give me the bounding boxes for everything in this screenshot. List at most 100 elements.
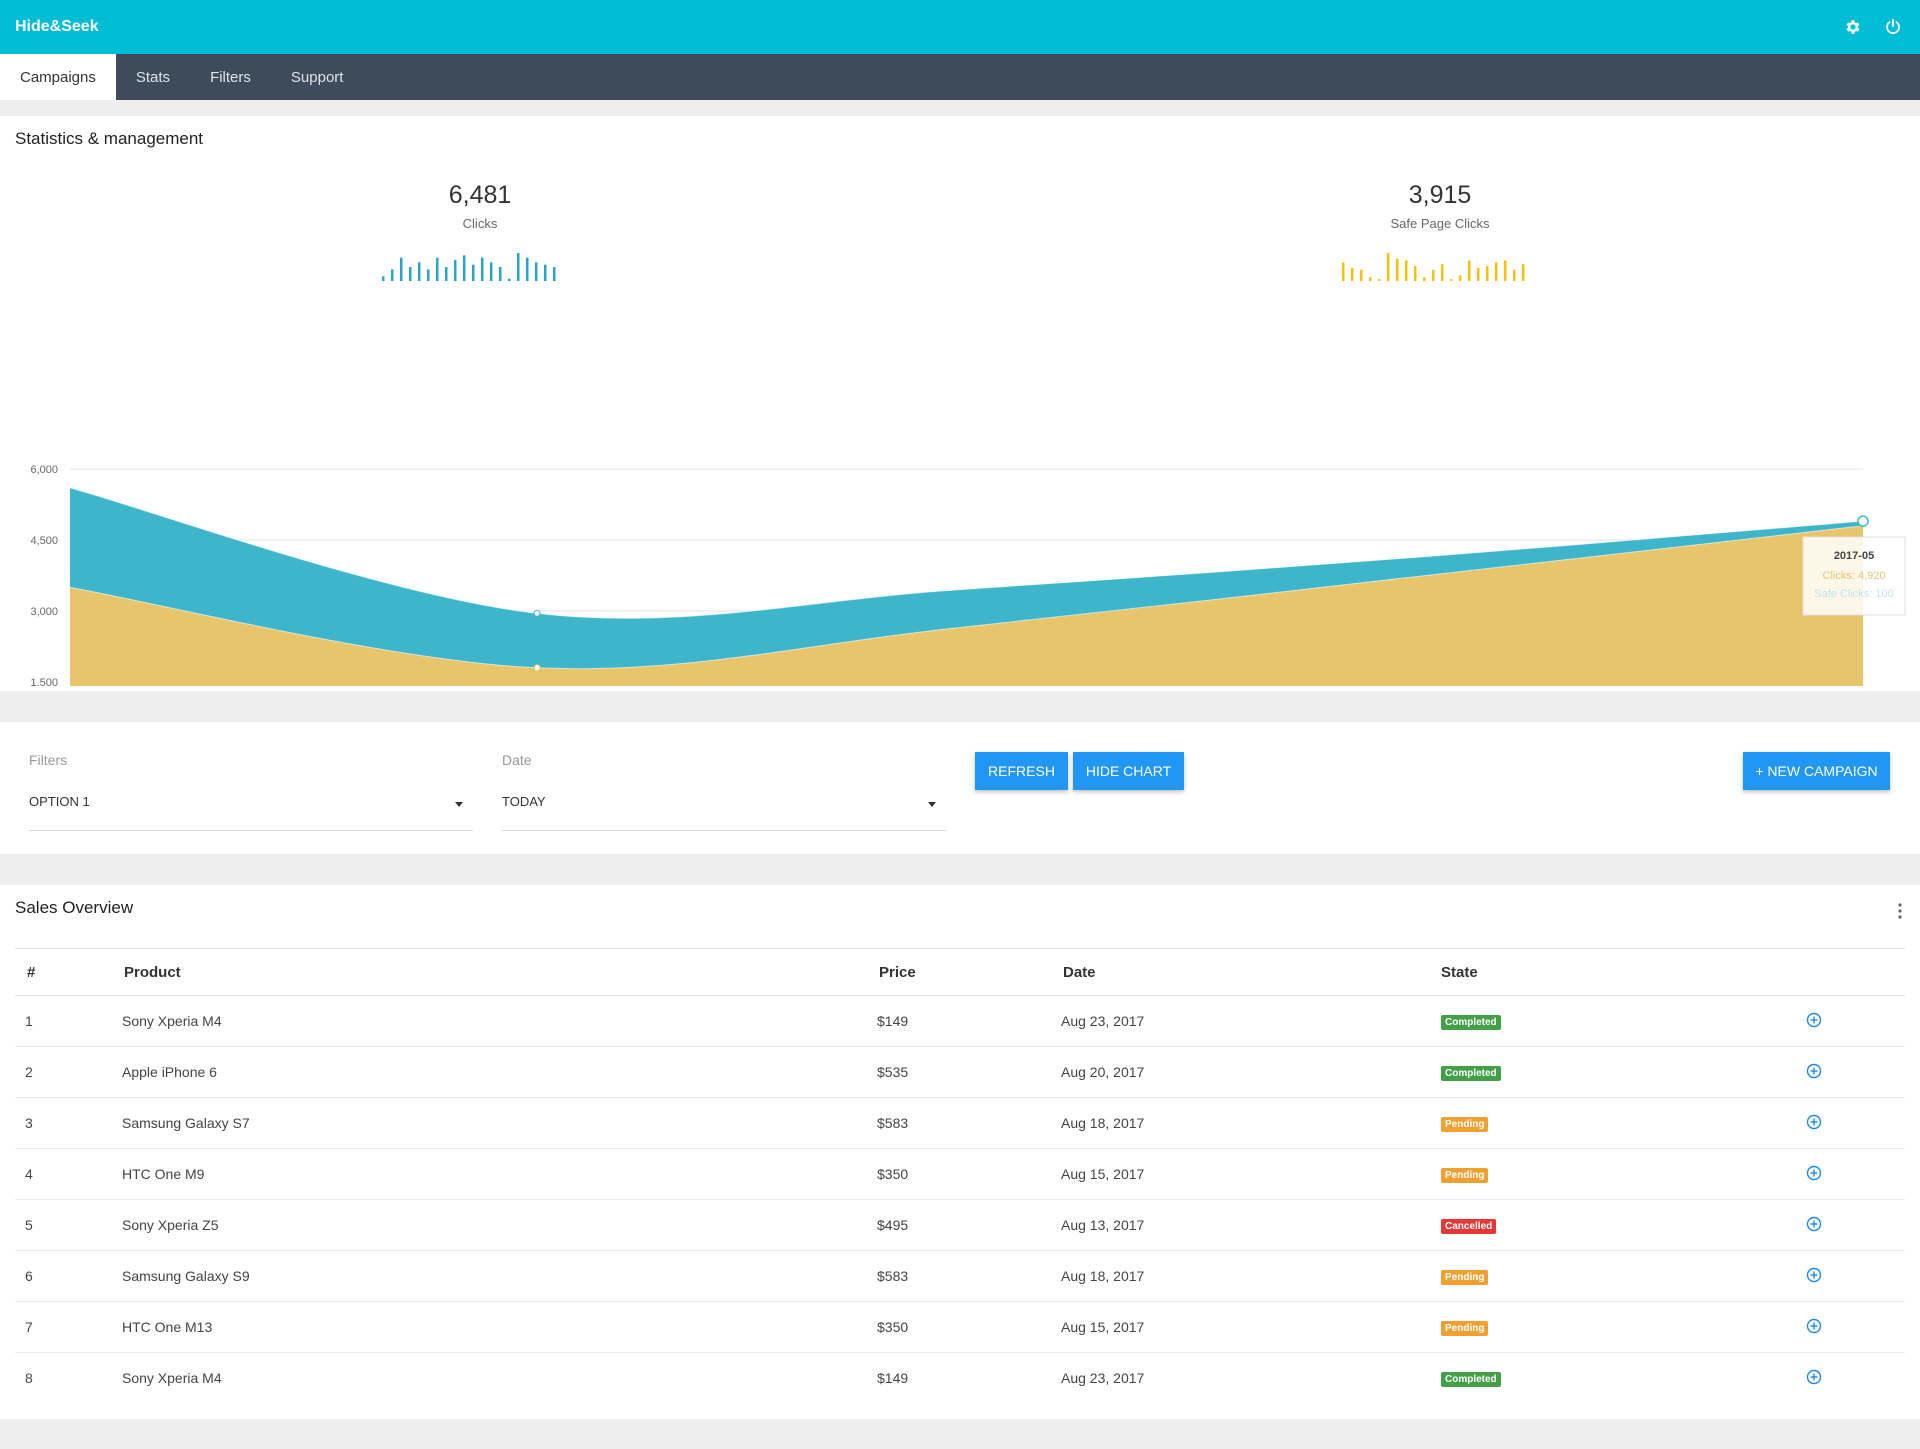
tab-campaigns[interactable]: Campaigns bbox=[0, 54, 116, 100]
power-icon[interactable] bbox=[1884, 18, 1902, 36]
row-date: Aug 15, 2017 bbox=[1051, 1301, 1429, 1353]
sparkline-bar bbox=[526, 257, 529, 281]
plus-circle-icon[interactable] bbox=[1806, 1369, 1822, 1385]
plus-circle-icon[interactable] bbox=[1806, 1318, 1822, 1334]
app-header: Hide&Seek bbox=[0, 0, 1920, 54]
sparkline-bar bbox=[409, 267, 412, 281]
y-tick-label: 3,000 bbox=[30, 606, 58, 618]
product-name: Sony Xperia M4 bbox=[112, 995, 867, 1047]
sparkline-bar bbox=[481, 257, 484, 281]
sparkline-bar bbox=[382, 276, 385, 281]
safe-clicks-value: 3,915 bbox=[1408, 181, 1472, 209]
status-badge: Pending bbox=[1441, 1117, 1489, 1132]
row-price: $583 bbox=[867, 1097, 1051, 1149]
tab-filters[interactable]: Filters bbox=[190, 54, 271, 100]
sparkline-bar bbox=[1360, 269, 1363, 281]
hide-chart-button[interactable]: HIDE CHART bbox=[1073, 752, 1184, 790]
plus-circle-icon[interactable] bbox=[1806, 1063, 1822, 1079]
row-number: 1 bbox=[15, 995, 112, 1047]
table-row: 8 Sony Xperia M4 $149 Aug 23, 2017 Completed bbox=[15, 1353, 1905, 1404]
header-actions bbox=[1844, 18, 1902, 36]
clicks-value: 6,481 bbox=[448, 181, 512, 209]
safe-clicks-sparkline bbox=[1342, 253, 1525, 281]
gear-icon[interactable] bbox=[1844, 18, 1862, 36]
row-date: Aug 18, 2017 bbox=[1051, 1250, 1429, 1302]
sparkline-bar bbox=[544, 264, 547, 281]
sparkline-bar bbox=[1414, 266, 1417, 281]
sales-overview-card: Sales Overview # Product Price Date Stat… bbox=[0, 885, 1920, 1419]
status-badge: Cancelled bbox=[1441, 1219, 1497, 1234]
row-date: Aug 13, 2017 bbox=[1051, 1199, 1429, 1251]
statistics-title: Statistics & management bbox=[15, 129, 204, 148]
row-price: $149 bbox=[877, 1370, 909, 1386]
plus-circle-icon[interactable] bbox=[1806, 1216, 1822, 1232]
row-number: 8 bbox=[25, 1370, 33, 1386]
status-badge: Completed bbox=[1441, 1372, 1501, 1387]
row-price: $495 bbox=[867, 1199, 1051, 1251]
table-row: 5 Sony Xperia Z5 $495 Aug 13, 2017 Cancelled bbox=[15, 1199, 1905, 1251]
new-campaign-button[interactable]: + NEW CAMPAIGN bbox=[1743, 752, 1890, 790]
filters-field: Filters OPTION 1 bbox=[29, 752, 473, 831]
status-badge: Pending bbox=[1441, 1270, 1489, 1285]
row-number: 5 bbox=[15, 1199, 112, 1251]
sparkline-bar bbox=[1468, 260, 1471, 281]
plus-circle-icon[interactable] bbox=[1806, 1012, 1822, 1028]
status-badge: Pending bbox=[1441, 1168, 1489, 1183]
sparkline-bar bbox=[1477, 267, 1480, 281]
row-number: 3 bbox=[15, 1097, 112, 1149]
sparkline-bar bbox=[1486, 266, 1489, 281]
refresh-button[interactable]: REFRESH bbox=[975, 752, 1068, 790]
product-name: Sony Xperia Z5 bbox=[112, 1199, 867, 1251]
sparkline-bar bbox=[400, 257, 403, 281]
sparkline-bar bbox=[1351, 267, 1354, 281]
tooltip-title: 2017-05 bbox=[1834, 550, 1874, 562]
plus-circle-icon[interactable] bbox=[1806, 1267, 1822, 1283]
sparkline-bar bbox=[1441, 264, 1444, 281]
product-name: HTC One M9 bbox=[112, 1148, 867, 1200]
sparkline-bar bbox=[1513, 269, 1516, 281]
safe-clicks-label: Safe Page Clicks bbox=[1390, 216, 1490, 231]
tab-stats[interactable]: Stats bbox=[116, 54, 190, 100]
caret-down-icon bbox=[455, 802, 463, 807]
sparkline-bar bbox=[1459, 275, 1462, 281]
statistics-card: Statistics & management 6,481 Clicks 3,9… bbox=[0, 116, 1920, 691]
sparkline-bar bbox=[472, 264, 475, 281]
row-date: Aug 23, 2017 bbox=[1051, 995, 1429, 1047]
kebab-menu-icon[interactable] bbox=[1898, 903, 1902, 924]
product-name: Samsung Galaxy S9 bbox=[112, 1250, 867, 1302]
sparkline-bar bbox=[1378, 279, 1381, 281]
column-header: Date bbox=[1051, 948, 1429, 996]
tab-support[interactable]: Support bbox=[271, 54, 364, 100]
sparkline-bar bbox=[445, 267, 448, 281]
sparkline-bar bbox=[1369, 277, 1372, 281]
sparkline-bar bbox=[499, 267, 502, 281]
status-badge: Pending bbox=[1441, 1321, 1489, 1336]
clicks-label: Clicks bbox=[462, 216, 498, 231]
sparkline-bar bbox=[535, 262, 538, 281]
sales-table: # Product Price Date State 1 Sony Xperia … bbox=[15, 948, 1905, 1403]
row-price: $350 bbox=[867, 1301, 1051, 1353]
sparkline-bar bbox=[427, 269, 430, 281]
sparkline-bar bbox=[517, 253, 520, 281]
y-tick-label: 4,500 bbox=[30, 535, 58, 547]
table-row: 4 HTC One M9 $350 Aug 15, 2017 Pending bbox=[15, 1148, 1905, 1200]
product-name: Samsung Galaxy S7 bbox=[112, 1097, 867, 1149]
row-price: $350 bbox=[867, 1148, 1051, 1200]
table-row: 1 Sony Xperia M4 $149 Aug 23, 2017 Completed bbox=[15, 995, 1905, 1047]
row-number: 4 bbox=[15, 1148, 112, 1200]
caret-down-icon bbox=[928, 802, 936, 807]
filters-select[interactable]: OPTION 1 bbox=[29, 794, 473, 831]
sparkline-bar bbox=[1504, 260, 1507, 281]
row-date: Aug 15, 2017 bbox=[1051, 1148, 1429, 1200]
date-value: TODAY bbox=[502, 794, 546, 809]
plus-circle-icon[interactable] bbox=[1806, 1114, 1822, 1130]
safe-clicks-metric: 3,915 Safe Page Clicks bbox=[1320, 181, 1560, 231]
date-select[interactable]: TODAY bbox=[502, 794, 946, 831]
y-tick-label: 1,500 bbox=[30, 677, 58, 686]
plus-circle-icon[interactable] bbox=[1806, 1165, 1822, 1181]
row-number: 7 bbox=[15, 1301, 112, 1353]
row-date: Aug 18, 2017 bbox=[1051, 1097, 1429, 1149]
sparkline-bar bbox=[490, 262, 493, 281]
column-header: # bbox=[15, 948, 112, 996]
column-header: State bbox=[1429, 948, 1806, 996]
